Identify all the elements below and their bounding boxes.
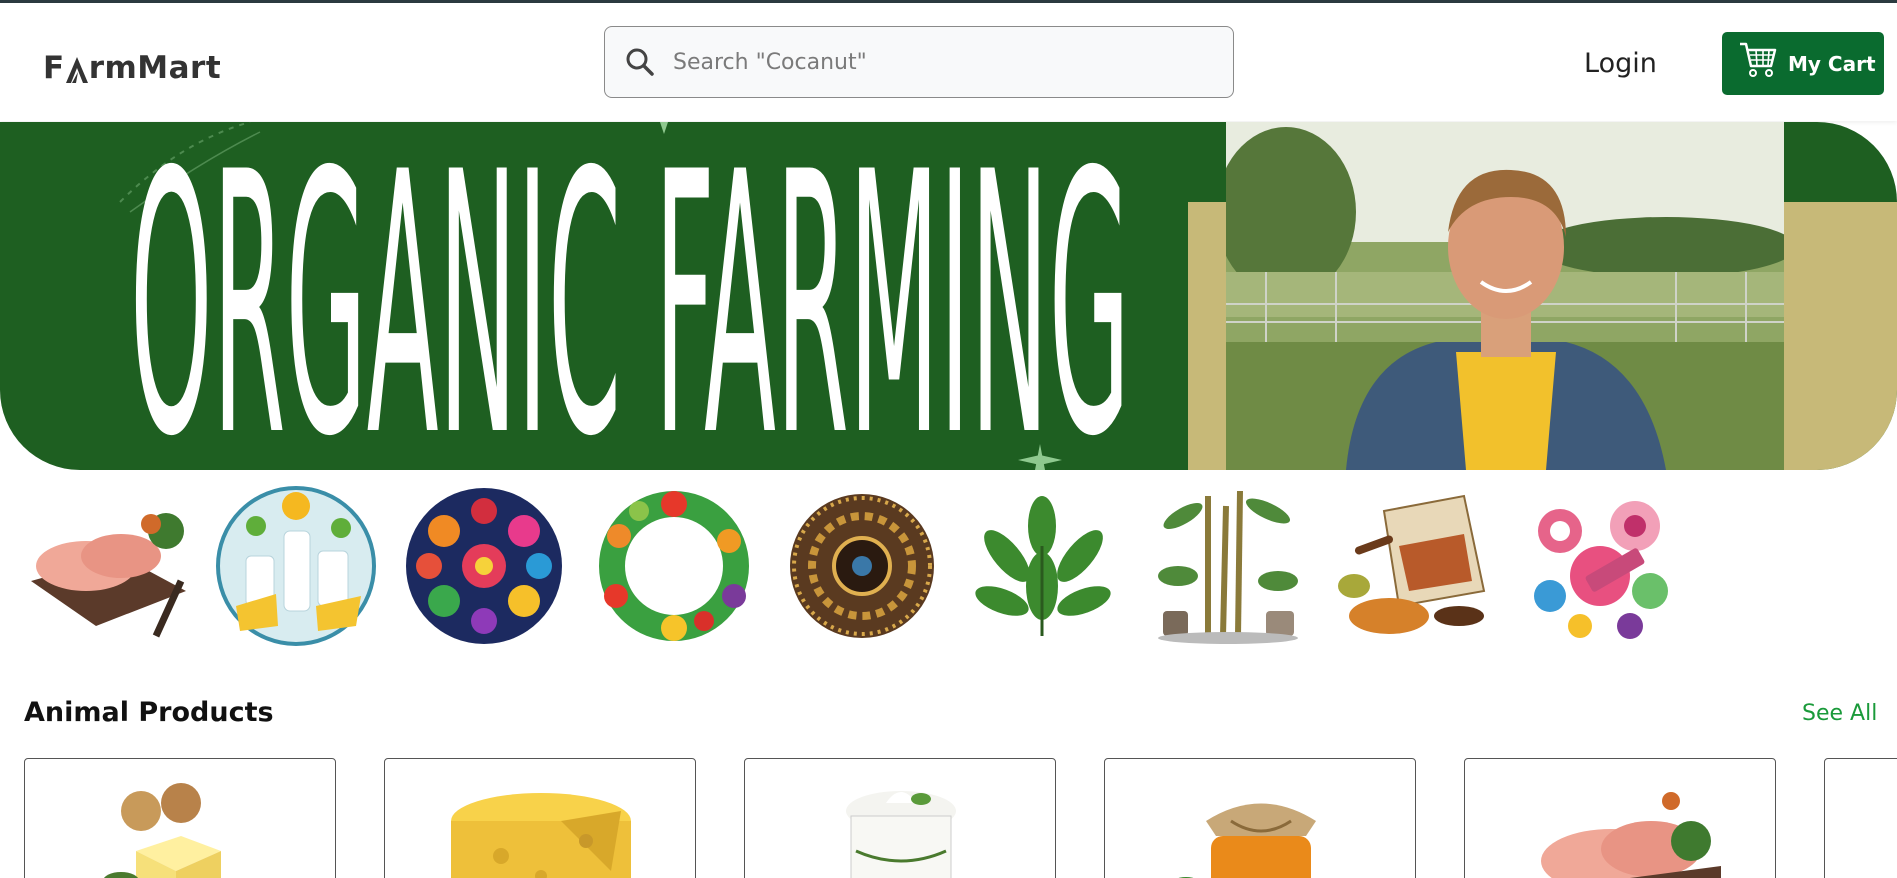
grains-category-icon <box>790 494 934 638</box>
category-herbs[interactable] <box>962 486 1122 646</box>
product-row <box>0 758 1897 878</box>
dairy-category-icon <box>216 486 376 646</box>
cart-label: My Cart <box>1788 51 1876 76</box>
product-card-chicken[interactable] <box>1464 758 1776 878</box>
herbs-category-icon <box>975 496 1111 636</box>
plants-category-icon <box>1158 490 1298 644</box>
organic-farming-banner[interactable]: ORGANIC FARMING <box>0 122 1897 470</box>
honey-icon <box>1178 803 1316 878</box>
category-sweets[interactable] <box>1520 486 1680 646</box>
search-icon <box>626 48 654 76</box>
product-card-honey[interactable] <box>1104 758 1416 878</box>
svg-text:ORGANIC FARMING: ORGANIC FARMING <box>130 150 1130 440</box>
product-card-partial[interactable] <box>1824 758 1897 878</box>
category-plants[interactable] <box>1148 486 1308 646</box>
logo-text-start: F <box>43 50 65 86</box>
spices-category-icon <box>1338 494 1486 634</box>
logo[interactable]: F rmMart <box>43 50 221 86</box>
see-all-link[interactable]: See All <box>1802 701 1877 726</box>
product-card-butter[interactable] <box>24 758 336 878</box>
butter-icon <box>104 783 221 878</box>
logo-a-mark-icon <box>65 55 88 83</box>
category-spices[interactable] <box>1334 486 1494 646</box>
category-grains[interactable] <box>782 486 942 646</box>
yogurt-icon <box>846 791 956 878</box>
category-dairy[interactable] <box>216 486 376 646</box>
category-fruits-vegetables[interactable] <box>594 486 754 646</box>
search-input[interactable] <box>673 49 1193 75</box>
logo-text-end: rmMart <box>88 50 222 86</box>
section-title-animal-products: Animal Products <box>24 697 274 728</box>
category-strip <box>0 486 1897 646</box>
my-cart-button[interactable]: My Cart <box>1722 32 1884 95</box>
chicken-icon <box>1541 792 1721 878</box>
flowers-category-icon <box>406 488 562 644</box>
shopping-cart-icon <box>1740 42 1777 77</box>
login-link[interactable]: Login <box>1584 48 1657 79</box>
category-meat[interactable] <box>26 486 186 646</box>
fruits-vegetables-category-icon <box>599 491 749 641</box>
sweets-category-icon <box>1534 501 1668 639</box>
search-box[interactable] <box>604 26 1234 98</box>
meat-category-icon <box>31 513 186 638</box>
farmer-photo <box>1226 122 1784 470</box>
product-card-cheese[interactable] <box>384 758 696 878</box>
category-flowers[interactable] <box>404 486 564 646</box>
cheese-icon <box>451 793 631 878</box>
navbar: F rmMart Login My Cart <box>0 3 1897 121</box>
product-card-yogurt[interactable] <box>744 758 1056 878</box>
banner-headline: ORGANIC FARMING <box>130 150 1130 440</box>
